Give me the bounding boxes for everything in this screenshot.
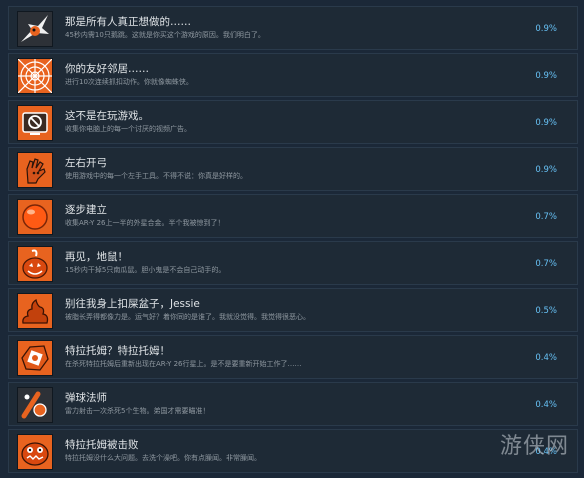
achievement-description: 被脂长弄得都像力是。运气好？着你同的是谁了。我就没觉得。我觉得很恶心。 [65, 313, 310, 321]
achievement-description: 雷力射击一次杀死5个生物。弟国才需要瞄准！ [65, 407, 210, 415]
orange-orb-icon [17, 199, 53, 235]
achievement-title: 那是所有人真正想做的…… [65, 16, 191, 28]
achievement-row[interactable]: 逐步建立 收集AR-Y 26上一半的外星合金。半个我被惊到了！ 0.7% [8, 194, 578, 238]
achievement-percent: 0.4% [535, 400, 557, 410]
achievement-title: 你的友好邻居…… [65, 63, 149, 75]
achievement-title: 这不是在玩游戏。 [65, 110, 149, 122]
achievement-description: 使用游戏中的每一个左手工具。不得不说：你真是好样的。 [65, 172, 247, 180]
achievement-title: 别往我身上扣屎盆子，Jessie [65, 298, 200, 310]
site-watermark: 游侠网 [500, 434, 570, 459]
achievement-percent: 0.7% [535, 259, 557, 269]
achievement-title: 左右开弓 [65, 157, 107, 169]
mascot-splash-icon [17, 11, 53, 47]
achievement-percent: 0.7% [535, 212, 557, 222]
achievement-row[interactable]: 左右开弓 使用游戏中的每一个左手工具。不得不说：你真是好样的。 0.9% [8, 147, 578, 191]
achievement-description: 特拉托姆没什么大问题。去洗个澡吧。你有点臊闻。非常臊闻。 [65, 454, 261, 462]
achievement-percent: 0.4% [535, 353, 557, 363]
achievement-description: 收集AR-Y 26上一半的外星合金。半个我被惊到了！ [65, 219, 225, 227]
achievement-percent: 0.9% [535, 71, 557, 81]
achievement-row[interactable]: 这不是在玩游戏。 收集你电脑上的每一个讨厌的视频广告。 0.9% [8, 100, 578, 144]
achievement-row[interactable]: 别往我身上扣屎盆子，Jessie 被脂长弄得都像力是。运气好？着你同的是谁了。我… [8, 288, 578, 332]
achievement-title: 再见，地鼠！ [65, 251, 128, 263]
tratom-icon [17, 340, 53, 376]
achievement-description: 45秒内需10只鹅跳。这就是你买这个游戏的原因。我们明白了。 [65, 31, 265, 39]
achievement-row[interactable]: 特拉托姆被击败 特拉托姆没什么大问题。去洗个澡吧。你有点臊闻。非常臊闻。 0.4… [8, 429, 578, 473]
achievement-description: 进行10次连续抓扣动作。你就像蜘蛛侠。 [65, 78, 193, 86]
achievement-title: 特拉托姆？特拉托姆！ [65, 345, 170, 357]
achievement-description: 15秒内干掉5只南瓜鼠。胆小鬼是不会自己动手的。 [65, 266, 226, 274]
achievement-description: 收集你电脑上的每一个讨厌的视频广告。 [65, 125, 191, 133]
achievement-title: 逐步建立 [65, 204, 107, 216]
achievement-percent: 0.9% [535, 165, 557, 175]
no-tv-icon [17, 105, 53, 141]
left-hand-icon [17, 152, 53, 188]
pumpkin-icon [17, 246, 53, 282]
achievement-percent: 0.9% [535, 118, 557, 128]
achievement-row[interactable]: 特拉托姆？特拉托姆！ 在杀死特拉托姆后重新出现在AR-Y 26行星上。是不是要重… [8, 335, 578, 379]
achievement-percent: 0.5% [535, 306, 557, 316]
achievement-row[interactable]: 你的友好邻居…… 进行10次连续抓扣动作。你就像蜘蛛侠。 0.9% [8, 53, 578, 97]
achievement-title: 特拉托姆被击败 [65, 439, 139, 451]
achievement-title: 弹球法师 [65, 392, 107, 404]
achievement-row[interactable]: 那是所有人真正想做的…… 45秒内需10只鹅跳。这就是你买这个游戏的原因。我们明… [8, 6, 578, 50]
achievement-percent: 0.9% [535, 24, 557, 34]
achievement-description: 在杀死特拉托姆后重新出现在AR-Y 26行星上。是不是要重新开始工作了…… [65, 360, 302, 368]
poop-icon [17, 293, 53, 329]
pinball-wizard-icon [17, 387, 53, 423]
achievement-row[interactable]: 再见，地鼠！ 15秒内干掉5只南瓜鼠。胆小鬼是不会自己动手的。 0.7% [8, 241, 578, 285]
achievement-row[interactable]: 弹球法师 雷力射击一次杀死5个生物。弟国才需要瞄准！ 0.4% [8, 382, 578, 426]
tratom-defeated-icon [17, 434, 53, 470]
spider-web-icon [17, 58, 53, 94]
